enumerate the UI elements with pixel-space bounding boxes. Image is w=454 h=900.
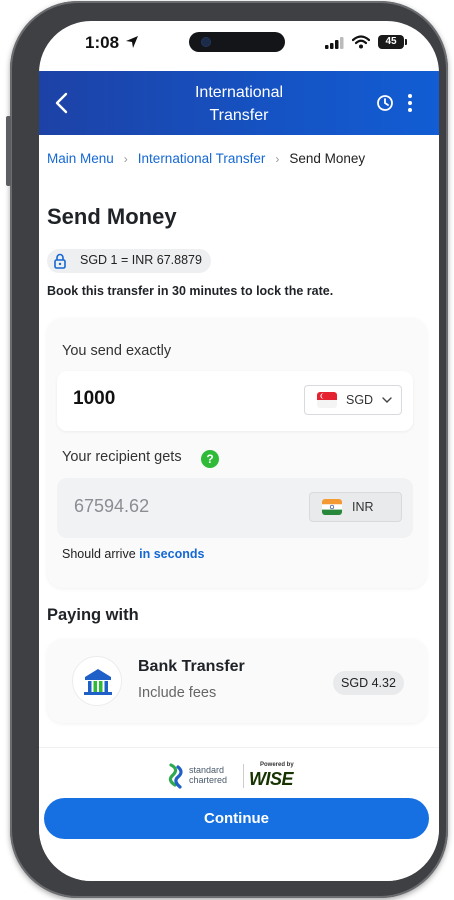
arrival-prefix: Should arrive (62, 547, 136, 561)
breadcrumb: Main Menu › International Transfer › Send Mo… (47, 151, 365, 171)
back-arrow-icon[interactable] (49, 89, 75, 117)
header-title: International Transfer (159, 81, 319, 127)
payment-method-name: Bank Transfer (138, 658, 245, 675)
bank-brand-text: standard chartered (189, 765, 227, 785)
send-currency-select[interactable]: SGD (304, 385, 402, 415)
chevron-right-icon: › (275, 152, 280, 166)
page-title: Send Money (47, 204, 177, 229)
phone-frame: 1:08 45 International Transfer Main Menu… (6, 1, 448, 898)
lock-icon (54, 253, 66, 269)
history-clock-icon[interactable] (376, 94, 394, 112)
wise-logo: WISE (249, 769, 294, 789)
brand-divider (243, 764, 244, 788)
lock-rate-notice: Book this transfer in 30 minutes to lock… (47, 284, 334, 298)
bank-brand-line2: chartered (189, 775, 228, 785)
app-header: International Transfer (39, 71, 439, 135)
breadcrumb-international-transfer[interactable]: International Transfer (138, 151, 266, 166)
send-currency-code: SGD (346, 393, 374, 407)
cellular-signal-icon (325, 37, 344, 49)
header-title-line2: Transfer (209, 107, 269, 124)
exchange-rate-badge: SGD 1 = INR 67.8879 (47, 249, 211, 273)
powered-by-text: Powered by (260, 762, 294, 768)
payment-method-subtitle: Include fees (138, 685, 217, 701)
send-amount-value[interactable]: 1000 (73, 388, 115, 410)
location-arrow-icon (126, 36, 138, 48)
side-button (6, 116, 11, 186)
fee-badge: SGD 4.32 (333, 671, 404, 695)
breadcrumb-main-menu[interactable]: Main Menu (47, 151, 114, 166)
payment-method-card[interactable]: Bank Transfer Include fees SGD 4.32 (47, 639, 427, 723)
paying-with-title: Paying with (47, 606, 139, 624)
standard-chartered-logo-icon (168, 763, 183, 789)
arrival-speed: in seconds (139, 547, 205, 561)
breadcrumb-send-money: Send Money (289, 151, 366, 166)
receive-currency-badge: INR (309, 492, 402, 522)
receive-currency-code: INR (352, 500, 374, 514)
india-flag-icon (322, 499, 342, 515)
branding: standard chartered Powered by WISE (167, 761, 307, 791)
exchange-rate-text: SGD 1 = INR 67.8879 (80, 253, 202, 267)
bank-brand-line1: standard (189, 765, 225, 775)
continue-button[interactable]: Continue (44, 798, 429, 839)
more-options-icon[interactable] (407, 93, 413, 113)
bank-icon (72, 656, 122, 706)
arrival-text: Should arrive in seconds (62, 547, 204, 561)
send-label: You send exactly (62, 343, 172, 359)
footer-divider (39, 747, 439, 748)
status-bar: 1:08 45 (39, 21, 439, 71)
chevron-right-icon: › (123, 152, 128, 166)
status-time: 1:08 (85, 33, 120, 52)
dynamic-island (189, 32, 285, 52)
receive-amount-value: 67594.62 (74, 496, 150, 516)
receive-label: Your recipient gets (62, 449, 182, 465)
help-icon[interactable]: ? (201, 450, 219, 468)
header-title-line1: International (194, 84, 284, 101)
camera-icon (202, 38, 210, 46)
battery-icon: 45 (378, 35, 407, 49)
screen: 1:08 45 International Transfer Main Menu… (39, 21, 439, 881)
wifi-icon (352, 35, 370, 49)
chevron-down-icon (382, 397, 392, 403)
singapore-flag-icon (317, 392, 337, 408)
